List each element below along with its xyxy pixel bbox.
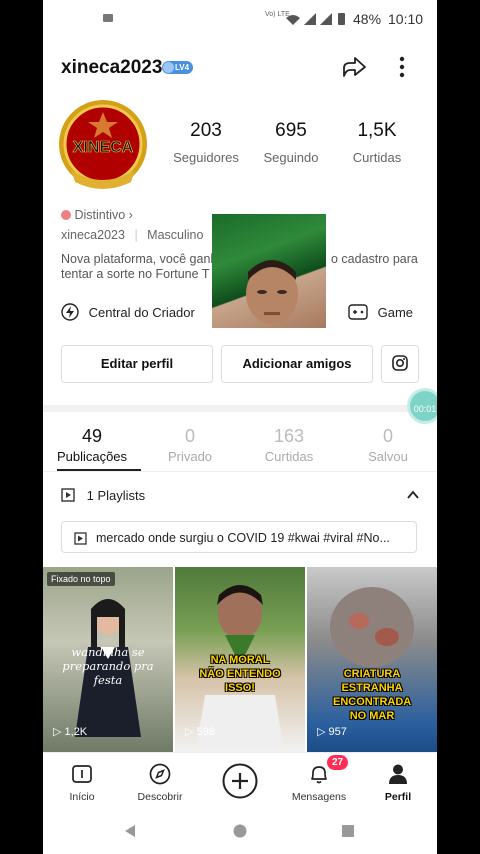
nav-home[interactable]: Início bbox=[47, 759, 117, 803]
tab-private[interactable]: 0 Privado bbox=[141, 426, 239, 464]
person-icon bbox=[389, 764, 407, 784]
badge-link[interactable]: Distintivo › bbox=[61, 208, 133, 222]
nav-profile-label: Perfil bbox=[384, 791, 412, 803]
likes-count: 1,5K bbox=[357, 120, 397, 141]
profile-id: xineca2023 bbox=[61, 228, 125, 242]
profile-gender: Masculino bbox=[147, 228, 204, 242]
nav-messages-label: Mensagens bbox=[291, 791, 347, 803]
status-bar: Vo) LTE 48% 10:10 bbox=[43, 0, 437, 38]
followers-label: Seguidores bbox=[173, 150, 239, 165]
playlist-item-title: mercado onde surgiu o COVID 19 #kwai #vi… bbox=[96, 531, 390, 545]
video-grid: Fixado no topo wandinha se preparando pr… bbox=[43, 567, 437, 752]
nav-home-label: Início bbox=[69, 791, 95, 803]
section-divider bbox=[43, 405, 437, 412]
floating-video-preview[interactable] bbox=[212, 214, 326, 328]
video-caption-2: NA MORAL NÃO ENTENDO ISSO! bbox=[199, 654, 281, 694]
wifi-icon bbox=[286, 15, 300, 25]
tab-liked[interactable]: 163 Curtidas bbox=[240, 426, 338, 464]
clock: 10:10 bbox=[388, 11, 424, 27]
instagram-icon bbox=[392, 355, 408, 371]
creator-center-link[interactable]: Central do Criador bbox=[61, 303, 195, 321]
tab-liked-label: Curtidas bbox=[264, 449, 314, 464]
nav-create[interactable] bbox=[205, 761, 275, 801]
system-nav-bar bbox=[43, 808, 437, 854]
followers-count: 203 bbox=[190, 120, 222, 141]
home-icon bbox=[72, 765, 92, 783]
more-options-icon[interactable] bbox=[398, 55, 406, 79]
following-count: 695 bbox=[275, 120, 307, 141]
tab-posts[interactable]: 49 Publicações bbox=[43, 426, 141, 464]
stat-likes[interactable]: 1,5K Curtidas bbox=[337, 120, 417, 165]
playlist-item[interactable]: mercado onde surgiu o COVID 19 #kwai #vi… bbox=[61, 521, 417, 553]
floating-recording-timer[interactable]: 00:01 bbox=[407, 388, 437, 424]
edit-profile-button[interactable]: Editar perfil bbox=[61, 345, 213, 383]
playlists-title: 1 Playlists bbox=[86, 488, 146, 503]
avatar-text: XINECA bbox=[73, 139, 134, 156]
tab-saved-label: Salvou bbox=[368, 449, 408, 464]
chevron-up-icon[interactable] bbox=[407, 490, 419, 500]
video-thumb-3[interactable]: CRIATURA ESTRANHA ENCONTRADA NO MAR 957 bbox=[307, 567, 437, 752]
likes-label: Curtidas bbox=[352, 150, 402, 165]
video-caption-3: CRIATURA ESTRANHA ENCONTRADA NO MAR bbox=[333, 668, 412, 722]
profile-username: xineca2023 bbox=[61, 57, 163, 78]
tab-posts-count: 49 bbox=[81, 426, 103, 446]
instagram-button[interactable] bbox=[381, 345, 419, 383]
tab-liked-count: 163 bbox=[273, 426, 305, 446]
nav-profile[interactable]: Perfil bbox=[363, 759, 433, 803]
badge-icon bbox=[61, 210, 71, 220]
badge-label: Distintivo bbox=[74, 208, 126, 222]
bottom-nav: Início Descobrir Mensagens Perfil bbox=[43, 752, 437, 809]
signal-icons bbox=[286, 13, 345, 25]
video-views-3: 957 bbox=[317, 725, 347, 738]
add-friends-button[interactable]: Adicionar amigos bbox=[221, 345, 373, 383]
messages-badge: 27 bbox=[327, 755, 349, 770]
playlist-icon bbox=[61, 488, 75, 502]
tab-posts-label: Publicações bbox=[56, 449, 128, 464]
camera-icon bbox=[103, 14, 113, 22]
video-thumb-2[interactable]: NA MORAL NÃO ENTENDO ISSO! 598 bbox=[175, 567, 305, 752]
playlists-header[interactable]: 1 Playlists bbox=[61, 488, 145, 503]
tab-saved-count: 0 bbox=[382, 426, 393, 446]
following-label: Seguindo bbox=[263, 150, 319, 165]
cell-signal-icon bbox=[304, 13, 316, 25]
pinned-badge: Fixado no topo bbox=[47, 572, 115, 586]
creator-center-label: Central do Criador bbox=[88, 305, 195, 320]
back-icon[interactable] bbox=[123, 824, 137, 838]
avatar[interactable]: XINECA bbox=[57, 98, 149, 193]
playlist-item-icon bbox=[74, 532, 87, 545]
battery-icon bbox=[338, 13, 345, 25]
cell-signal-2-icon bbox=[320, 13, 332, 25]
tabs-divider bbox=[43, 471, 437, 472]
plus-icon bbox=[222, 763, 258, 799]
profile-meta: xineca2023 | Masculino bbox=[61, 228, 204, 242]
video-face bbox=[246, 260, 298, 324]
bio-line2: tentar a sorte no Fortune T bbox=[61, 267, 210, 281]
tab-saved[interactable]: 0 Salvou bbox=[339, 426, 437, 464]
video-thumb-1[interactable]: Fixado no topo wandinha se preparando pr… bbox=[43, 567, 173, 752]
video-views-2: 598 bbox=[185, 725, 215, 738]
bell-icon bbox=[311, 766, 327, 784]
nav-discover-label: Descobrir bbox=[137, 791, 183, 803]
nav-discover[interactable]: Descobrir bbox=[125, 759, 195, 803]
bio-line1: Nova plataforma, você ganha bbox=[61, 252, 225, 266]
stat-following[interactable]: 695 Seguindo bbox=[251, 120, 331, 165]
recents-icon[interactable] bbox=[341, 824, 355, 838]
video-caption-1: wandinha se preparando pra festa bbox=[62, 645, 154, 687]
level-badge[interactable]: LV4 bbox=[162, 61, 194, 74]
phone-screen: Vo) LTE 48% 10:10 xineca2023 LV4 XINECA … bbox=[43, 0, 437, 854]
lightning-icon bbox=[61, 303, 79, 321]
share-icon[interactable] bbox=[341, 55, 367, 79]
stat-followers[interactable]: 203 Seguidores bbox=[166, 120, 246, 165]
compass-icon bbox=[149, 763, 171, 785]
game-label: Game bbox=[377, 305, 414, 320]
bio-line1-end: o cadastro para bbox=[331, 252, 418, 266]
home-button-icon[interactable] bbox=[233, 824, 247, 838]
video-views-1: 1,2K bbox=[53, 725, 88, 738]
game-link[interactable]: Game bbox=[348, 303, 413, 321]
tab-private-count: 0 bbox=[184, 426, 195, 446]
battery-level: 48% bbox=[353, 11, 382, 27]
gamepad-icon bbox=[348, 304, 368, 320]
tab-private-label: Privado bbox=[167, 449, 213, 464]
